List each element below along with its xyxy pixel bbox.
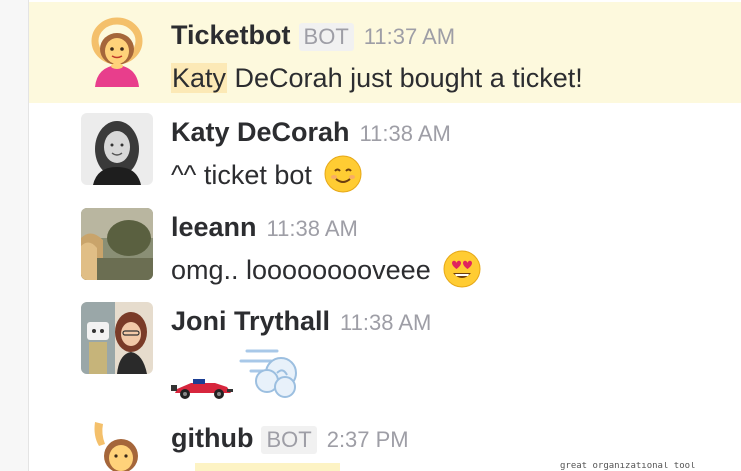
message-item: Katy DeCorah 11:38 AM ^^ ticket bot (29, 103, 741, 198)
bot-badge: BOT (261, 426, 317, 454)
message-header: leeann 11:38 AM (171, 212, 358, 243)
message-header: Joni Trythall 11:38 AM (171, 306, 431, 337)
message-header: Ticketbot BOT 11:37 AM (171, 20, 455, 51)
message-body: omg.. looooooooveee (171, 250, 482, 292)
attachment-edge (195, 463, 340, 471)
message-header: Katy DeCorah 11:38 AM (171, 117, 451, 148)
sidebar-edge (0, 0, 29, 471)
author-name[interactable]: Ticketbot (171, 20, 291, 50)
message-item: Joni Trythall 11:38 AM (29, 293, 741, 415)
message-header: github BOT 2:37 PM (171, 423, 409, 454)
message-body: ^^ ticket bot (171, 155, 363, 197)
message-timestamp[interactable]: 2:37 PM (327, 427, 409, 452)
heart-eyes-emoji (443, 250, 481, 288)
message-timestamp[interactable]: 11:37 AM (364, 24, 455, 49)
leeann-avatar[interactable] (81, 208, 153, 280)
message-text: ^^ ticket bot (171, 160, 312, 191)
highlighted-mention: Katy (171, 63, 228, 93)
message-list: Ticketbot BOT 11:37 AM Katy DeCorah just b… (29, 0, 741, 471)
bot-badge: BOT (298, 23, 354, 51)
author-name[interactable]: Katy DeCorah (171, 117, 350, 147)
message-item: Ticketbot BOT 11:37 AM Katy DeCorah just b… (29, 2, 741, 103)
message-body: Katy DeCorah just bought a ticket! (171, 63, 583, 94)
smiling-face-emoji (324, 155, 362, 193)
ticketbot-avatar[interactable] (81, 15, 153, 87)
message-item: leeann 11:38 AM omg.. looooooooveee (29, 198, 741, 293)
message-text: omg.. looooooooveee (171, 255, 431, 286)
message-text: DeCorah just bought a ticket! (227, 63, 583, 93)
author-name[interactable]: Joni Trythall (171, 306, 330, 336)
katy-avatar[interactable] (81, 113, 153, 185)
message-timestamp[interactable]: 11:38 AM (267, 216, 358, 241)
attachment-snippet: great organizational tool (560, 462, 696, 471)
author-name[interactable]: github (171, 423, 253, 453)
author-name[interactable]: leeann (171, 212, 257, 242)
race-car-emoji (171, 379, 233, 399)
dash-emoji (239, 349, 297, 398)
joni-avatar[interactable] (81, 302, 153, 374)
message-timestamp[interactable]: 11:38 AM (340, 310, 431, 335)
github-avatar[interactable] (81, 418, 153, 471)
message-timestamp[interactable]: 11:38 AM (360, 121, 451, 146)
